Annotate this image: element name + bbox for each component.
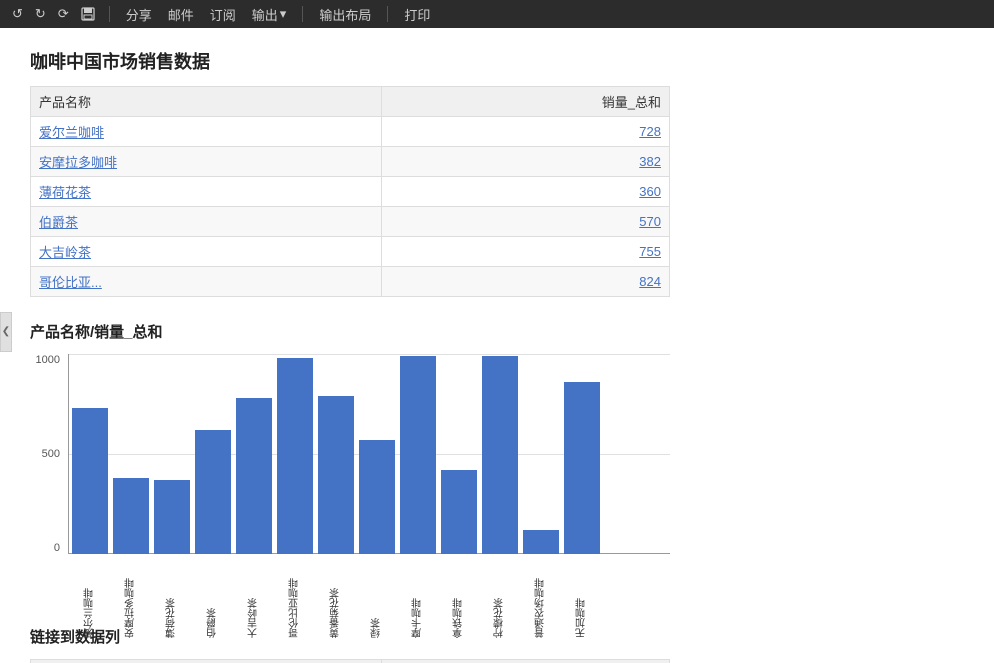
save-button[interactable] — [77, 5, 99, 23]
chart-bar-label: 绿茶 — [359, 558, 395, 638]
mail-button[interactable]: 邮件 — [162, 3, 200, 26]
chart-bar-label: 大吉岭茶 — [236, 558, 272, 638]
chart-bar-label: 普通农场咖啡 — [523, 558, 559, 638]
y-label-1000: 1000 — [30, 354, 60, 366]
chart-bar-label: 爱尔兰咖啡 — [72, 558, 108, 638]
chart-bar — [277, 358, 313, 554]
chart-bar — [154, 480, 190, 554]
y-axis — [68, 354, 69, 554]
col1-header: 产品名称 — [31, 87, 382, 117]
chart-bar — [195, 430, 231, 554]
chart-bar-label: 安摩拉多咖啡 — [113, 558, 149, 638]
chart-bar — [400, 356, 436, 554]
report-title: 咖啡中国市场销售数据 — [30, 48, 964, 74]
y-label-0: 0 — [30, 542, 60, 554]
chart-bar — [113, 478, 149, 554]
chart-bar — [359, 440, 395, 554]
table-row: 伯爵茶570 — [31, 207, 670, 237]
chart-bar-label: 黄番菊花茶 — [318, 558, 354, 638]
chart-bar — [318, 396, 354, 554]
chart-bar — [523, 530, 559, 554]
table-row: 安摩拉多咖啡382 — [31, 147, 670, 177]
chart-bar-label: 薄荷花茶 — [154, 558, 190, 638]
main-content: 咖啡中国市场销售数据 产品名称 销量_总和 爱尔兰咖啡728安摩拉多咖啡382薄… — [0, 28, 994, 663]
links-col1-header: 名称 — [31, 660, 382, 663]
share-button[interactable]: 分享 — [120, 3, 158, 26]
redo-button[interactable]: ↻ — [31, 4, 50, 24]
divider1 — [109, 6, 110, 22]
chart-bar-label: 哥伦比亚咖啡 — [277, 558, 313, 638]
chart-bar-label: 伯爵茶 — [195, 558, 231, 638]
chart-bar-label: 柠檬花茶 — [482, 558, 518, 638]
divider2 — [302, 6, 303, 22]
layout-button[interactable]: 输出布局 — [313, 3, 377, 26]
chart-bar — [564, 382, 600, 554]
table-row: 大吉岭茶755 — [31, 237, 670, 267]
chart-bar — [441, 470, 477, 554]
col2-header: 销量_总和 — [382, 87, 670, 117]
chart-bar — [236, 398, 272, 554]
refresh-button[interactable]: ⟳ — [54, 4, 73, 24]
chart-container: 1000 500 0 爱尔兰咖啡安摩拉多咖啡薄荷花茶伯爵茶大吉岭茶哥伦比亚咖啡黄… — [30, 354, 670, 594]
table-row: 哥伦比亚...824 — [31, 267, 670, 297]
print-button[interactable]: 打印 — [398, 3, 436, 26]
subscribe-button[interactable]: 订阅 — [204, 3, 242, 26]
side-collapse-button[interactable]: ❮ — [0, 312, 12, 352]
divider3 — [387, 6, 388, 22]
links-col2-header: 地址 — [382, 660, 670, 663]
chart-bar — [482, 356, 518, 554]
chart-bar-label: 拿铁咖啡 — [441, 558, 477, 638]
chart-section-title: 产品名称/销量_总和 — [30, 321, 964, 342]
chart-bar-label: 无加咖啡 — [564, 558, 600, 638]
table-row: 薄荷花茶360 — [31, 177, 670, 207]
output-dropdown[interactable]: 输出 ▾ — [246, 3, 293, 26]
table-row: 爱尔兰咖啡728 — [31, 117, 670, 147]
links-table: 名称 地址 — [30, 659, 670, 663]
chart-bar — [72, 408, 108, 554]
y-label-500: 500 — [30, 448, 60, 460]
undo-button[interactable]: ↺ — [8, 4, 27, 24]
toolbar: ↺ ↻ ⟳ 分享 邮件 订阅 输出 ▾ 输出布局 打印 — [0, 0, 994, 28]
data-table: 产品名称 销量_总和 爱尔兰咖啡728安摩拉多咖啡382薄荷花茶360伯爵茶57… — [30, 86, 670, 297]
chart-bar-label: 摩卡咖啡 — [400, 558, 436, 638]
